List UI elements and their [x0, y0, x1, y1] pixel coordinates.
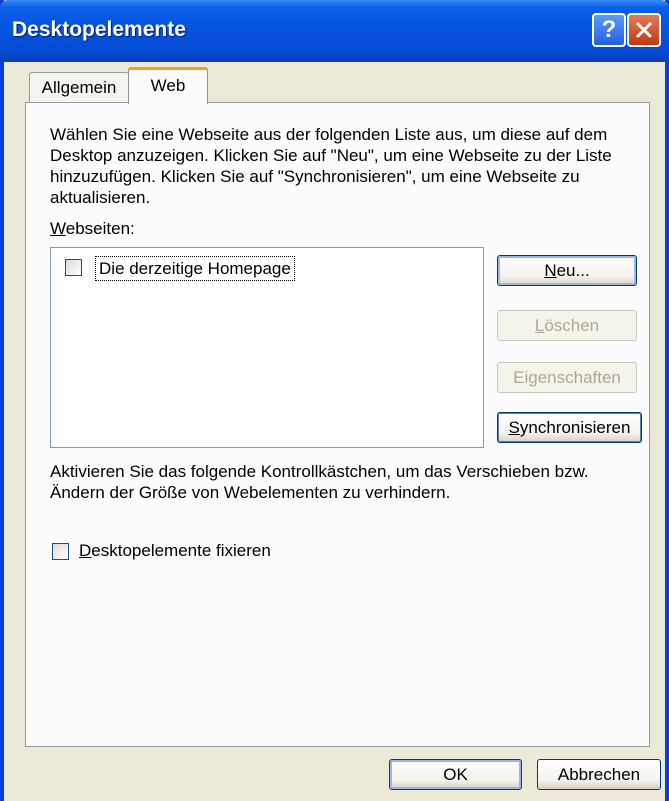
- list-item-label[interactable]: Die derzeitige Homepage: [95, 256, 295, 281]
- lock-items-checkbox[interactable]: [52, 543, 69, 560]
- list-item-checkbox[interactable]: [65, 259, 82, 276]
- tab-web[interactable]: Web: [128, 67, 208, 104]
- close-button[interactable]: [627, 13, 661, 47]
- properties-button[interactable]: Ei g enschaften: [497, 362, 637, 393]
- help-button[interactable]: ?: [592, 13, 626, 47]
- webpages-label: Webseiten:: [50, 219, 135, 238]
- ok-button[interactable]: OK: [389, 759, 522, 790]
- new-button[interactable]: Neu...: [497, 255, 637, 286]
- tab-allgemein[interactable]: Allgemein: [29, 72, 129, 102]
- help-icon: ?: [601, 16, 617, 43]
- lock-items-label[interactable]: Desktopelemente fixieren: [79, 540, 271, 561]
- close-icon: [636, 22, 652, 38]
- hint-text: Aktivieren Sie das folgende Kontrollkäst…: [50, 462, 589, 502]
- title-bar[interactable]: Desktopelemente ?: [0, 0, 669, 62]
- window-title: Desktopelemente: [12, 18, 186, 41]
- synchronize-button[interactable]: Synchronisieren: [497, 412, 642, 443]
- intro-text: Wählen Sie eine Webseite aus der folgend…: [50, 125, 612, 207]
- delete-button[interactable]: Löschen: [497, 310, 637, 341]
- cancel-button[interactable]: Abbrechen: [537, 759, 661, 790]
